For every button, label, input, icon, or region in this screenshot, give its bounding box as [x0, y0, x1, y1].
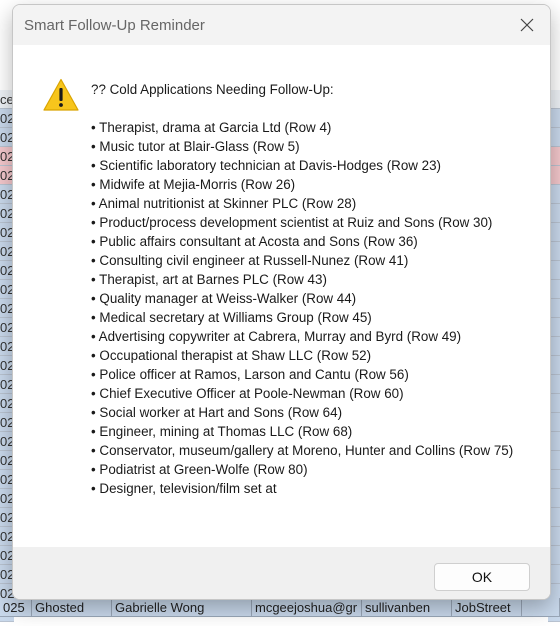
list-item: • Therapist, drama at Garcia Ltd (Row 4)	[91, 120, 332, 135]
table-cell	[522, 598, 560, 616]
dialog-message: ?? Cold Applications Needing Follow-Up: …	[91, 80, 521, 498]
warning-icon	[43, 78, 79, 111]
dialog-titlebar: Smart Follow-Up Reminder	[13, 5, 550, 45]
list-item: • Animal nutritionist at Skinner PLC (Ro…	[91, 196, 357, 211]
dialog-title: Smart Follow-Up Reminder	[24, 17, 205, 34]
message-dialog: Smart Follow-Up Reminder ?? Cold Applica…	[12, 4, 551, 600]
message-heading: ?? Cold Applications Needing Follow-Up:	[91, 82, 334, 97]
table-row: 025 Ghosted Gabrielle Wong mcgeejoshua@gr su…	[0, 598, 560, 617]
close-button[interactable]	[512, 11, 542, 39]
close-icon	[520, 18, 534, 32]
list-item: • Public affairs consultant at Acosta an…	[91, 234, 418, 249]
list-item: • Podiatrist at Green-Wolfe (Row 80)	[91, 462, 308, 477]
list-item: • Consulting civil engineer at Russell-N…	[91, 253, 409, 268]
table-cell: JobStreet	[452, 598, 522, 616]
dialog-footer: OK	[13, 547, 550, 599]
ok-button[interactable]: OK	[434, 563, 530, 591]
list-item: • Scientific laboratory technician at Da…	[91, 158, 442, 173]
list-item: • Social worker at Hart and Sons (Row 64…	[91, 405, 343, 420]
table-cell: Gabrielle Wong	[112, 598, 252, 616]
list-item: • Advertising copywriter at Cabrera, Mur…	[91, 329, 462, 344]
list-item: • Quality manager at Weiss-Walker (Row 4…	[91, 291, 357, 306]
list-item: • Midwife at Mejia-Morris (Row 26)	[91, 177, 296, 192]
list-item: • Designer, television/film set at	[91, 481, 277, 496]
list-item: • Conservator, museum/gallery at Moreno,…	[91, 443, 514, 458]
dialog-content: ?? Cold Applications Needing Follow-Up: …	[13, 45, 550, 547]
list-item: • Music tutor at Blair-Glass (Row 5)	[91, 139, 300, 154]
list-item: • Product/process development scientist …	[91, 215, 493, 230]
list-item: • Police officer at Ramos, Larson and Ca…	[91, 367, 409, 382]
list-item: • Occupational therapist at Shaw LLC (Ro…	[91, 348, 372, 363]
list-item: • Medical secretary at Williams Group (R…	[91, 310, 372, 325]
table-cell: Ghosted	[32, 598, 112, 616]
table-cell: sullivanben	[362, 598, 452, 616]
list-item: • Chief Executive Officer at Poole-Newma…	[91, 386, 404, 401]
table-cell: mcgeejoshua@gr	[252, 598, 362, 616]
list-item: • Therapist, art at Barnes PLC (Row 43)	[91, 272, 327, 287]
table-cell: 025	[0, 598, 32, 616]
spreadsheet-bottom-row: 025 Ghosted Gabrielle Wong mcgeejoshua@gr su…	[0, 598, 560, 626]
cold-application-list: • Therapist, drama at Garcia Ltd (Row 4)…	[91, 118, 521, 498]
list-item: • Engineer, mining at Thomas LLC (Row 68…	[91, 424, 353, 439]
